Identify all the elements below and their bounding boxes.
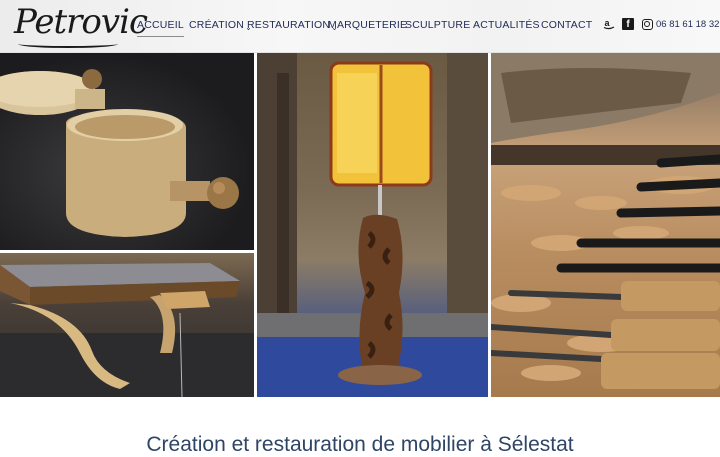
- chisels-image: [491, 53, 720, 389]
- marquetry-table-image: [0, 263, 254, 397]
- site-logo[interactable]: Petrovic: [14, 2, 148, 42]
- nav-item-sculpture[interactable]: SCULPTURE: [405, 19, 470, 31]
- nav-item-actualites[interactable]: ACTUALITÉS: [473, 19, 540, 31]
- nav-item-label: SCULPTURE: [405, 19, 471, 31]
- logo-underline: [18, 40, 118, 48]
- nav-item-accueil[interactable]: ACCUEIL: [137, 19, 184, 37]
- site-header: Petrovic ACCUEIL CRÉATION⌄ RESTAURATION⌄…: [0, 0, 720, 53]
- instagram-icon[interactable]: [641, 18, 653, 30]
- facebook-icon[interactable]: f: [622, 18, 634, 30]
- nav-item-label: CONTACT: [541, 19, 593, 31]
- svg-text:a: a: [605, 18, 611, 28]
- amazon-icon[interactable]: a: [603, 18, 615, 30]
- page-title: Création et restauration de mobilier à S…: [146, 433, 574, 456]
- nav-item-label: MARQUETERIE: [328, 19, 408, 31]
- nav-item-marqueterie[interactable]: MARQUETERIE: [328, 19, 407, 31]
- nav-item-creation[interactable]: CRÉATION⌄: [189, 19, 252, 32]
- nav-item-contact[interactable]: CONTACT: [541, 19, 592, 31]
- wooden-box-image: [0, 69, 239, 237]
- gallery-tile-lamp[interactable]: [257, 53, 488, 397]
- gallery-tile-sculpture[interactable]: [491, 53, 720, 397]
- nav-item-label: CRÉATION: [189, 19, 245, 31]
- nav-item-restauration[interactable]: RESTAURATION⌄: [247, 19, 338, 32]
- nav-item-label: RESTAURATION: [247, 19, 331, 31]
- gallery-tile-box[interactable]: [0, 53, 254, 250]
- nav-item-label: ACTUALITÉS: [473, 19, 540, 31]
- carved-lamp-image: [257, 53, 488, 397]
- gallery-tile-table[interactable]: [0, 253, 254, 397]
- nav-item-label: ACCUEIL: [137, 19, 184, 31]
- phone-number[interactable]: 06 81 61 18 32: [656, 19, 719, 30]
